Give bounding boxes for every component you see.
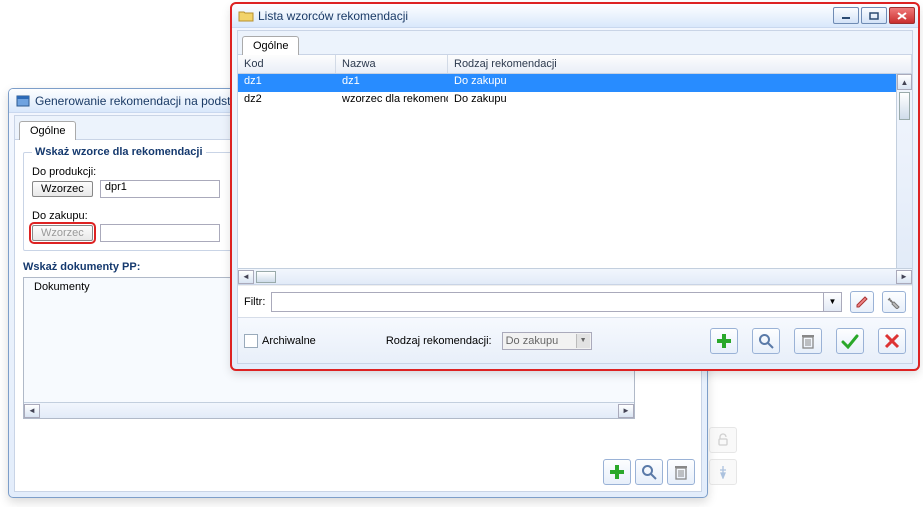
cell-rodzaj: Do zakupu [448,74,912,92]
titlebar[interactable]: Lista wzorców rekomendacji [232,4,918,28]
table-row[interactable]: dz1 dz1 Do zakupu [238,74,912,92]
scroll-up-icon[interactable]: ▲ [897,74,912,90]
cell-kod: dz1 [238,74,336,92]
wzorzec-produkcja-input[interactable]: dpr1 [100,180,220,198]
recom-type-combo[interactable]: Do zakupu ▼ [502,332,592,350]
delete-button[interactable] [667,459,695,485]
scroll-left-icon[interactable]: ◄ [24,404,40,418]
cell-rodzaj: Do zakupu [448,92,912,110]
scroll-right-icon[interactable]: ► [618,404,634,418]
chevron-down-icon[interactable]: ▼ [576,334,590,348]
filter-label: Filtr: [244,296,265,308]
wzorzec-zakup-input[interactable] [100,224,220,242]
lock-button [709,427,737,453]
cancel-button[interactable] [878,328,906,354]
recom-type-value: Do zakupu [506,335,559,347]
col-nazwa[interactable]: Nazwa [336,55,448,73]
window-icon [15,93,31,109]
pin-button [709,459,737,485]
bottom-bar: Archiwalne Rodzaj rekomendacji: Do zakup… [238,317,912,363]
side-buttons [709,427,739,485]
close-button[interactable] [889,7,915,24]
tab-ogolne[interactable]: Ogólne [19,121,76,140]
col-rodzaj[interactable]: Rodzaj rekomendacji [448,55,912,73]
wzorzec-produkcja-button[interactable]: Wzorzec [32,181,93,197]
add-button[interactable] [603,459,631,485]
search-button[interactable] [752,328,780,354]
folder-icon [238,8,254,24]
col-kod[interactable]: Kod [238,55,336,73]
archive-checkbox[interactable]: Archiwalne [244,334,316,348]
maximize-button[interactable] [861,7,887,24]
filter-edit-button[interactable] [850,291,874,313]
scroll-thumb[interactable] [256,271,276,283]
chevron-down-icon[interactable]: ▼ [823,293,841,311]
confirm-button[interactable] [836,328,864,354]
cell-kod: dz2 [238,92,336,110]
scroll-thumb[interactable] [899,92,910,120]
documents-toolbar [599,459,695,485]
add-button[interactable] [710,328,738,354]
archive-label: Archiwalne [262,334,316,346]
filter-bar: Filtr: ▼ [238,285,912,317]
tab-ogolne[interactable]: Ogólne [242,36,299,55]
filter-input[interactable]: ▼ [271,292,842,312]
fieldset-legend: Wskaż wzorce dla rekomendacji [32,146,206,158]
scroll-left-icon[interactable]: ◄ [238,270,254,284]
table-row[interactable]: dz2 wzorzec dla rekomendac Do zakupu [238,92,912,110]
grid-header: Kod Nazwa Rodzaj rekomendacji [238,55,912,74]
filter-tool-button[interactable] [882,291,906,313]
wzorzec-zakup-button[interactable]: Wzorzec [32,225,93,241]
tab-strip: Ogólne [238,31,912,55]
window-title: Lista wzorców rekomendacji [258,9,833,23]
pattern-grid: Kod Nazwa Rodzaj rekomendacji dz1 dz1 Do… [238,55,912,285]
window-pattern-list: Lista wzorców rekomendacji Ogólne Kod Na… [231,3,919,370]
delete-button[interactable] [794,328,822,354]
scroll-right-icon[interactable]: ► [896,270,912,284]
cell-nazwa: wzorzec dla rekomendac [336,92,448,110]
documents-hscroll[interactable]: ◄ ► [24,402,634,418]
grid-vscroll[interactable]: ▲ [896,74,912,268]
search-button[interactable] [635,459,663,485]
cell-nazwa: dz1 [336,74,448,92]
grid-body[interactable]: dz1 dz1 Do zakupu dz2 wzorzec dla rekome… [238,74,912,268]
recom-label: Rodzaj rekomendacji: [386,335,492,347]
grid-hscroll[interactable]: ◄ ► [238,268,912,284]
minimize-button[interactable] [833,7,859,24]
